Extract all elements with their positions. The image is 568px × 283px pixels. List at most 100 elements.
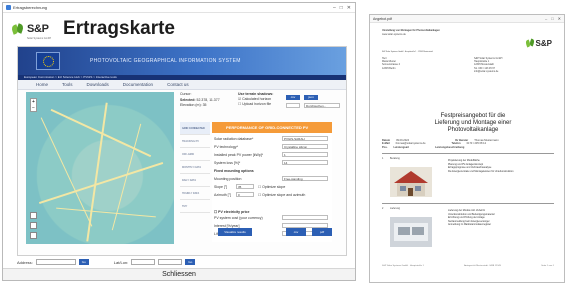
nav-contact[interactable]: Contact us xyxy=(167,82,189,87)
document-logo-text: S&P xyxy=(535,38,552,48)
offer-document-window: Angebot.pdf – □ ✕ Umstellung von Montage… xyxy=(369,14,565,283)
system-cost-input[interactable] xyxy=(282,215,328,220)
latlon-go-button[interactable]: Go xyxy=(185,259,196,265)
sender-line: S&P Solar Systems GmbH · Hauptstraße 1 ·… xyxy=(382,51,433,53)
logo-text: S&P xyxy=(27,22,49,35)
optimize-both-checkbox[interactable]: ☐ Optimize slope and azimuth xyxy=(258,193,318,197)
document-caption: Angebot.pdf xyxy=(373,16,392,21)
calculated-horizon-option[interactable]: Calculated horizon xyxy=(242,97,271,101)
browse-button[interactable]: Durchsuchen... xyxy=(304,103,340,108)
item-2-pos: 2 xyxy=(382,207,384,210)
price-checkbox[interactable]: ☐ PV electricity price xyxy=(214,210,249,214)
optimize-slope-checkbox[interactable]: ☐ Optimize slope xyxy=(258,185,285,189)
latitude-input[interactable] xyxy=(131,259,156,265)
mounting-position-label: Mounting position xyxy=(214,177,242,181)
address-go-button[interactable]: Go xyxy=(78,259,89,265)
meta-label: Leistungsart xyxy=(393,146,410,150)
offer-document: Umstellung von Montagen für Photovoltaik… xyxy=(378,27,558,279)
fullscreen-icon[interactable] xyxy=(30,222,37,229)
meta-value: 0173 / 235 68 12 xyxy=(466,142,487,146)
azimuth-input[interactable]: 0 xyxy=(236,192,254,197)
optimize-both-label: Optimize slope and azimuth xyxy=(262,193,306,197)
tab-hourly-data[interactable]: HOURLY DATA xyxy=(180,187,210,200)
json-horizon-button[interactable]: json xyxy=(304,95,318,100)
bullet: Anmeldung im Marktstammdatenregister xyxy=(448,223,492,227)
locate-icon[interactable] xyxy=(30,232,37,239)
item-1-pos: 1 xyxy=(382,157,384,160)
nav-tools[interactable]: Tools xyxy=(62,82,73,87)
footer-page: Seite 1 von 1 xyxy=(541,265,554,267)
document-titlebar: Angebot.pdf – □ ✕ xyxy=(370,15,564,23)
close-icon[interactable]: ✕ xyxy=(347,5,351,11)
download-pdf-button[interactable]: pdf xyxy=(312,228,332,236)
map-zoom-control[interactable]: + − xyxy=(30,98,37,112)
meta-label: Pos. xyxy=(382,146,388,150)
mounting-position-select[interactable]: Free-standing xyxy=(282,176,328,181)
company-contact-block: S&P Solar Systems GmbH Hauptstraße 1 123… xyxy=(474,57,502,73)
leaf-icon xyxy=(525,39,535,48)
zoom-out-button[interactable]: − xyxy=(31,105,36,111)
item-2-kind: Lieferung xyxy=(390,207,400,210)
tab-daily-data[interactable]: DAILY DATA xyxy=(180,174,210,187)
minimize-icon[interactable]: – xyxy=(333,5,336,11)
pvgis-nav: Home Tools Downloads Documentation Conta… xyxy=(18,80,346,90)
doc-minimize-icon[interactable]: – xyxy=(545,16,547,21)
maximize-icon[interactable]: □ xyxy=(340,5,343,11)
form-heading: PERFORMANCE OF GRID-CONNECTED PV xyxy=(212,122,332,133)
footer-company: S&P Solar Systems GmbH · Hauptstraße 1 xyxy=(382,265,424,267)
optimize-slope-label: Optimize slope xyxy=(262,185,286,189)
system-loss-label: System loss [%]* xyxy=(214,161,241,165)
nav-downloads[interactable]: Downloads xyxy=(87,82,109,87)
nav-documentation[interactable]: Documentation xyxy=(123,82,153,87)
terrain-label: Use terrain shadows: xyxy=(238,92,274,96)
offer-title: Festpreisangebot für die Lieferung und M… xyxy=(418,113,528,134)
horizon-file-input[interactable] xyxy=(286,103,300,108)
close-button[interactable]: Schliessen xyxy=(3,268,355,280)
doc-header-line1: Umstellung von Montagen für Photovoltaik… xyxy=(382,29,440,32)
house-photo xyxy=(390,167,432,197)
meta-value: thomas@solarsystems.de xyxy=(395,142,426,146)
pvgis-embedded-page: PHOTOVOLTAIC GEOGRAPHICAL INFORMATION SY… xyxy=(17,46,347,256)
offer-meta: Datum 09.09.2024 Ihr Berater Thomas Must… xyxy=(382,139,554,150)
slope-input[interactable]: 35 xyxy=(236,184,254,189)
tab-off-grid[interactable]: OFF-GRID xyxy=(180,148,210,161)
system-loss-input[interactable]: 14 xyxy=(282,160,328,165)
tab-tracking-pv[interactable]: TRACKING PV xyxy=(180,135,210,148)
tab-monthly-data[interactable]: MONTHLY DATA xyxy=(180,161,210,174)
peak-power-input[interactable]: 1 xyxy=(282,152,328,157)
selected-value: 52.378, 11.377 xyxy=(196,98,220,102)
document-footer: S&P Solar Systems GmbH · Hauptstraße 1 A… xyxy=(382,265,554,268)
logo-subtext: Solar Systems GmbH xyxy=(27,36,52,40)
pvgis-banner: PHOTOVOLTAIC GEOGRAPHICAL INFORMATION SY… xyxy=(18,47,346,75)
meta-label: Telefon xyxy=(451,142,461,146)
doc-maximize-icon[interactable]: □ xyxy=(551,16,553,21)
csv-horizon-button[interactable]: csv xyxy=(286,95,300,100)
layers-icon[interactable] xyxy=(30,212,37,219)
doc-close-icon[interactable]: ✕ xyxy=(558,16,561,21)
location-map[interactable]: + − xyxy=(26,92,174,244)
nav-home[interactable]: Home xyxy=(36,82,48,87)
price-label: PV electricity price xyxy=(218,210,250,214)
tab-grid-connected[interactable]: GRID CONNECTED xyxy=(180,122,210,135)
recipient-line: 12345 Berlin xyxy=(382,66,396,70)
latlon-label: Lat/Lon: xyxy=(113,259,129,265)
longitude-input[interactable] xyxy=(158,259,183,265)
address-label: Address: xyxy=(17,259,33,265)
item-1-kind: Beratung xyxy=(390,157,400,160)
window-titlebar: Ertragsberechnung – □ ✕ xyxy=(3,3,355,13)
radiation-db-label: Solar radiation database* xyxy=(214,137,254,141)
download-csv-button[interactable]: csv xyxy=(286,228,306,236)
address-input[interactable] xyxy=(35,259,76,265)
technology-select[interactable]: Crystalline silicon xyxy=(282,144,328,149)
item-1-bullets: Projektierung der Modulfläche Planung un… xyxy=(448,159,548,173)
upload-horizon-option[interactable]: Upload horizon file xyxy=(242,102,271,106)
document-logo: S&P xyxy=(525,39,552,48)
radiation-db-select[interactable]: PVGIS-SARAH xyxy=(282,136,328,141)
pvgis-form-panel: Cursor: Selected: 52.378, 11.377 Elevati… xyxy=(180,92,344,244)
page-title: Ertragskarte xyxy=(63,18,175,39)
selected-label: Selected: xyxy=(180,98,196,102)
address-search-row: Address: Go Lat/Lon: Go xyxy=(17,259,196,265)
visualize-results-button[interactable]: Visualize results xyxy=(218,228,252,236)
tab-tmy[interactable]: TMY xyxy=(180,200,210,213)
divider xyxy=(382,153,554,154)
